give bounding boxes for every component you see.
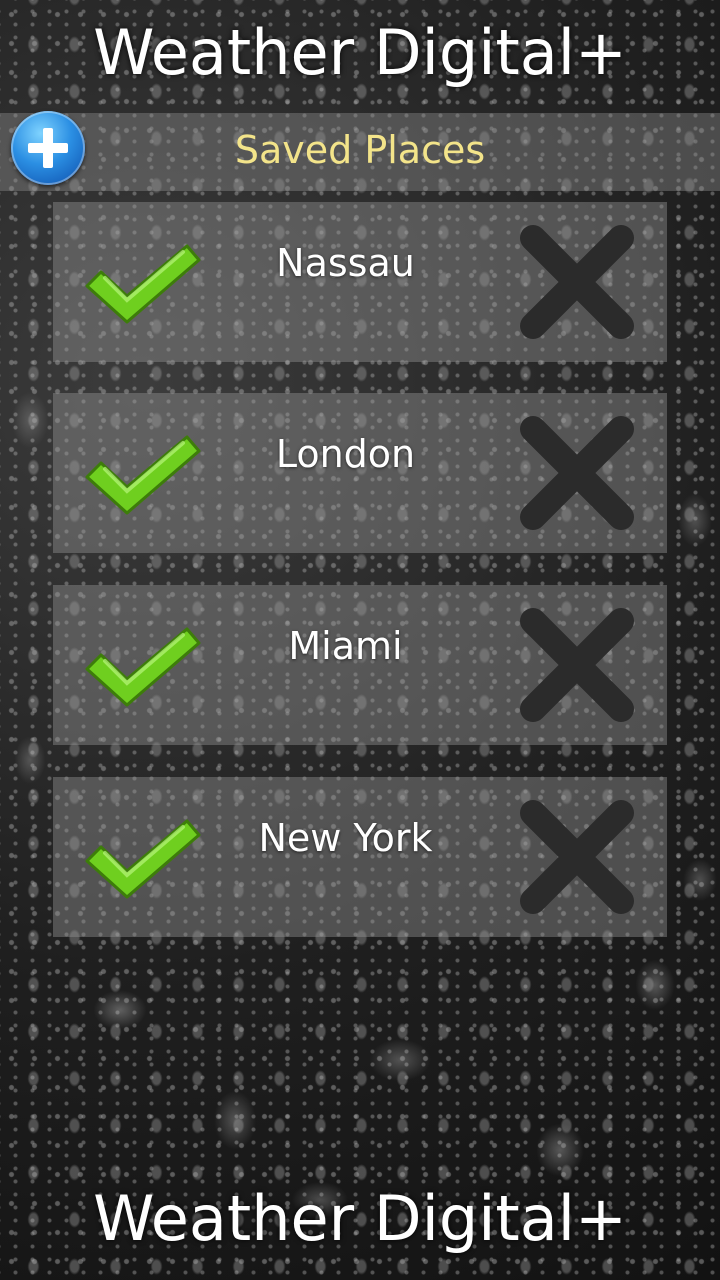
close-x-icon[interactable] [515,795,639,919]
checkmark-icon[interactable] [83,433,201,517]
close-x-icon[interactable] [515,220,639,344]
checkmark-icon[interactable] [83,817,201,901]
checkmark-icon[interactable] [83,242,201,326]
place-name: Nassau [276,241,415,285]
app-footer-title: Weather Digital+ [93,1182,627,1255]
checkmark-icon[interactable] [83,625,201,709]
place-name: London [275,432,416,476]
place-row-nassau: Nassau [53,202,667,362]
saved-places-screen: Weather Digital+ Saved Places Nassau Lon… [0,0,720,1280]
place-row-new-york: New York [53,777,667,937]
place-name: New York [258,816,433,860]
saved-places-label: Saved Places [234,128,486,172]
place-name: Miami [288,624,403,668]
place-row-miami: Miami [53,585,667,745]
close-x-icon[interactable] [515,603,639,727]
close-x-icon[interactable] [515,411,639,535]
app-title: Weather Digital+ [93,16,627,89]
place-row-london: London [53,393,667,553]
